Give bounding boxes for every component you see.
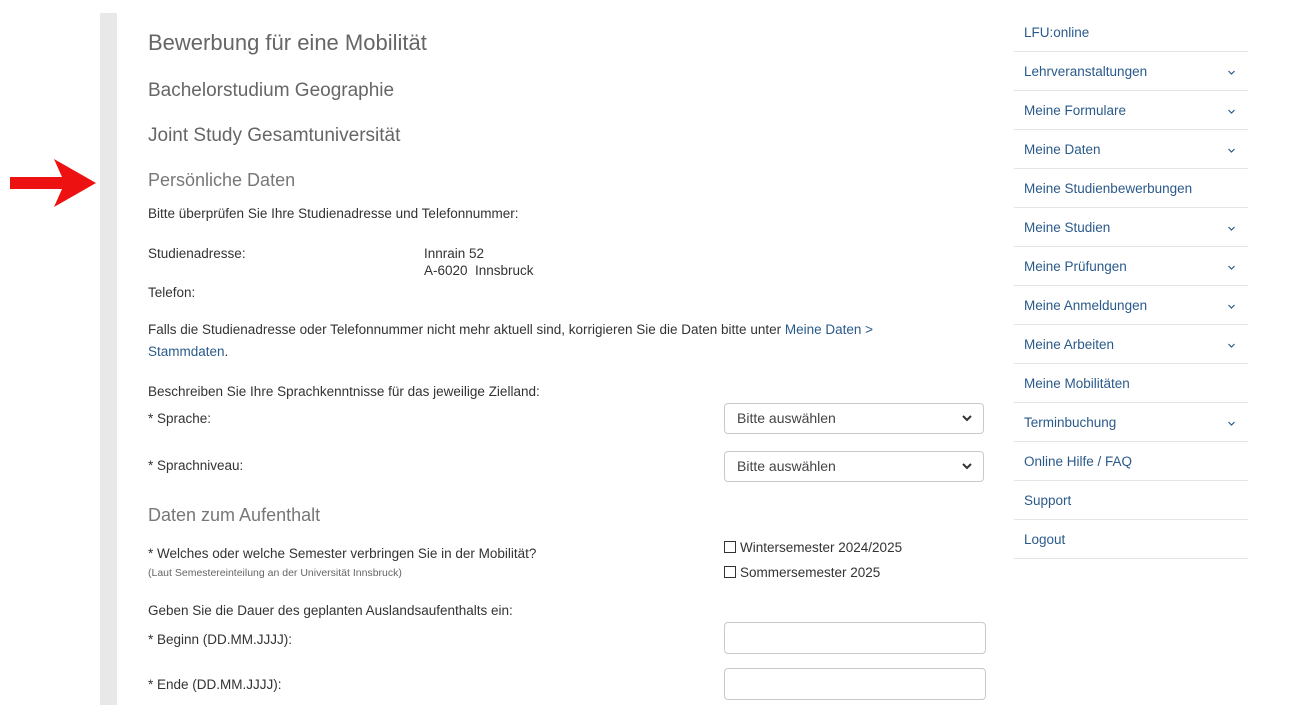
sidebar-item-lfu-online[interactable]: LFU:online bbox=[1014, 13, 1248, 52]
sidebar-item-lehrveranstaltungen[interactable]: Lehrveranstaltungen bbox=[1014, 52, 1248, 91]
checkbox-box[interactable] bbox=[724, 541, 736, 553]
sidebar-item-label: Meine Arbeiten bbox=[1024, 337, 1115, 352]
update-note-text: Falls die Studienadresse oder Telefonnum… bbox=[148, 322, 785, 337]
sidebar-item-label: Meine Studienbewerbungen bbox=[1024, 181, 1193, 196]
page-title: Bewerbung für eine Mobilität bbox=[148, 30, 427, 55]
sidebar-item-label: Support bbox=[1024, 493, 1072, 508]
duration-intro-text: Geben Sie die Dauer des geplanten Auslan… bbox=[148, 603, 513, 618]
mobility-type-title: Joint Study Gesamtuniversität bbox=[148, 125, 401, 146]
chevron-down-icon bbox=[1228, 109, 1235, 114]
chevron-down-icon bbox=[1228, 343, 1235, 348]
start-date-label: * Beginn (DD.MM.JJJJ): bbox=[148, 632, 293, 647]
phone-label: Telefon: bbox=[148, 285, 196, 300]
sidebar-item-meine-daten[interactable]: Meine Daten bbox=[1014, 130, 1248, 169]
sidebar-item-label: Meine Formulare bbox=[1024, 103, 1127, 118]
sidebar-item-label: Terminbuchung bbox=[1024, 415, 1117, 430]
sidebar-item-meine-studienbewerbungen[interactable]: Meine Studienbewerbungen bbox=[1014, 169, 1248, 208]
sidebar-item-online-hilfe[interactable]: Online Hilfe / FAQ bbox=[1014, 442, 1248, 481]
chevron-down-icon bbox=[1228, 265, 1235, 270]
sidebar-nav: LFU:online Lehrveranstaltungen Meine For… bbox=[1014, 13, 1248, 559]
address-line1: Innrain 52 bbox=[424, 246, 485, 261]
language-label: * Sprache: bbox=[148, 411, 212, 426]
chevron-down-icon bbox=[1228, 70, 1235, 75]
language-select-value: Bitte auswählen bbox=[737, 410, 836, 426]
semester-hint: (Laut Semestereinteilung an der Universi… bbox=[148, 567, 402, 579]
stay-heading: Daten zum Aufenthalt bbox=[148, 505, 321, 525]
update-note-line2: Stammdaten. bbox=[148, 344, 228, 359]
chevron-down-icon bbox=[1228, 226, 1235, 231]
language-intro-text: Beschreiben Sie Ihre Sprachkenntnisse fü… bbox=[148, 384, 540, 399]
sidebar-item-meine-pruefungen[interactable]: Meine Prüfungen bbox=[1014, 247, 1248, 286]
checkbox-label: Wintersemester 2024/2025 bbox=[740, 540, 903, 555]
sidebar-item-support[interactable]: Support bbox=[1014, 481, 1248, 520]
start-date-input[interactable] bbox=[724, 622, 986, 654]
program-title: Bachelorstudium Geographie bbox=[148, 80, 395, 101]
checkbox-label: Sommersemester 2025 bbox=[740, 565, 881, 580]
red-arrow-icon bbox=[10, 159, 96, 207]
sidebar-item-label: Lehrveranstaltungen bbox=[1024, 64, 1148, 79]
sidebar-item-label: Meine Anmeldungen bbox=[1024, 298, 1148, 313]
personal-intro-text: Bitte überprüfen Sie Ihre Studienadresse… bbox=[148, 206, 519, 221]
stammdaten-link[interactable]: Stammdaten bbox=[148, 344, 225, 359]
address-line2: A-6020 Innsbruck bbox=[424, 263, 534, 278]
checkbox-wintersemester[interactable]: Wintersemester 2024/2025 bbox=[724, 540, 902, 555]
update-note: Falls die Studienadresse oder Telefonnum… bbox=[148, 322, 873, 337]
meine-daten-link[interactable]: Meine Daten > bbox=[785, 322, 873, 337]
language-select[interactable]: Bitte auswählen bbox=[724, 403, 984, 434]
sidebar-item-label: LFU:online bbox=[1024, 25, 1090, 40]
chevron-down-icon bbox=[1228, 421, 1235, 426]
sidebar-item-meine-arbeiten[interactable]: Meine Arbeiten bbox=[1014, 325, 1248, 364]
language-level-select[interactable]: Bitte auswählen bbox=[724, 451, 984, 482]
sidebar-item-meine-studien[interactable]: Meine Studien bbox=[1014, 208, 1248, 247]
checkbox-box[interactable] bbox=[724, 566, 736, 578]
chevron-down-icon bbox=[1228, 148, 1235, 153]
sidebar-item-meine-formulare[interactable]: Meine Formulare bbox=[1014, 91, 1248, 130]
language-level-label: * Sprachniveau: bbox=[148, 458, 244, 473]
checkbox-sommersemester[interactable]: Sommersemester 2025 bbox=[724, 565, 880, 580]
sidebar-item-label: Meine Prüfungen bbox=[1024, 259, 1127, 274]
sidebar-item-label: Meine Mobilitäten bbox=[1024, 376, 1130, 391]
sidebar-item-label: Online Hilfe / FAQ bbox=[1024, 454, 1133, 469]
semester-question: * Welches oder welche Semester verbringe… bbox=[148, 546, 537, 561]
chevron-down-icon bbox=[962, 415, 972, 422]
sidebar-item-meine-mobilitaeten[interactable]: Meine Mobilitäten bbox=[1014, 364, 1248, 403]
update-note-end: . bbox=[224, 344, 229, 359]
chevron-down-icon bbox=[962, 463, 972, 470]
sidebar-item-label: Meine Studien bbox=[1024, 220, 1111, 235]
left-gray-bar bbox=[100, 13, 117, 705]
language-level-select-value: Bitte auswählen bbox=[737, 458, 836, 474]
end-date-label: * Ende (DD.MM.JJJJ): bbox=[148, 677, 282, 692]
sidebar-item-terminbuchung[interactable]: Terminbuchung bbox=[1014, 403, 1248, 442]
sidebar-item-meine-anmeldungen[interactable]: Meine Anmeldungen bbox=[1014, 286, 1248, 325]
end-date-input[interactable] bbox=[724, 668, 986, 700]
sidebar-item-label: Logout bbox=[1024, 532, 1066, 547]
address-label: Studienadresse: bbox=[148, 246, 246, 261]
chevron-down-icon bbox=[1228, 304, 1235, 309]
personal-data-heading: Persönliche Daten bbox=[148, 170, 296, 190]
sidebar-item-logout[interactable]: Logout bbox=[1014, 520, 1248, 559]
sidebar-item-label: Meine Daten bbox=[1024, 142, 1101, 157]
